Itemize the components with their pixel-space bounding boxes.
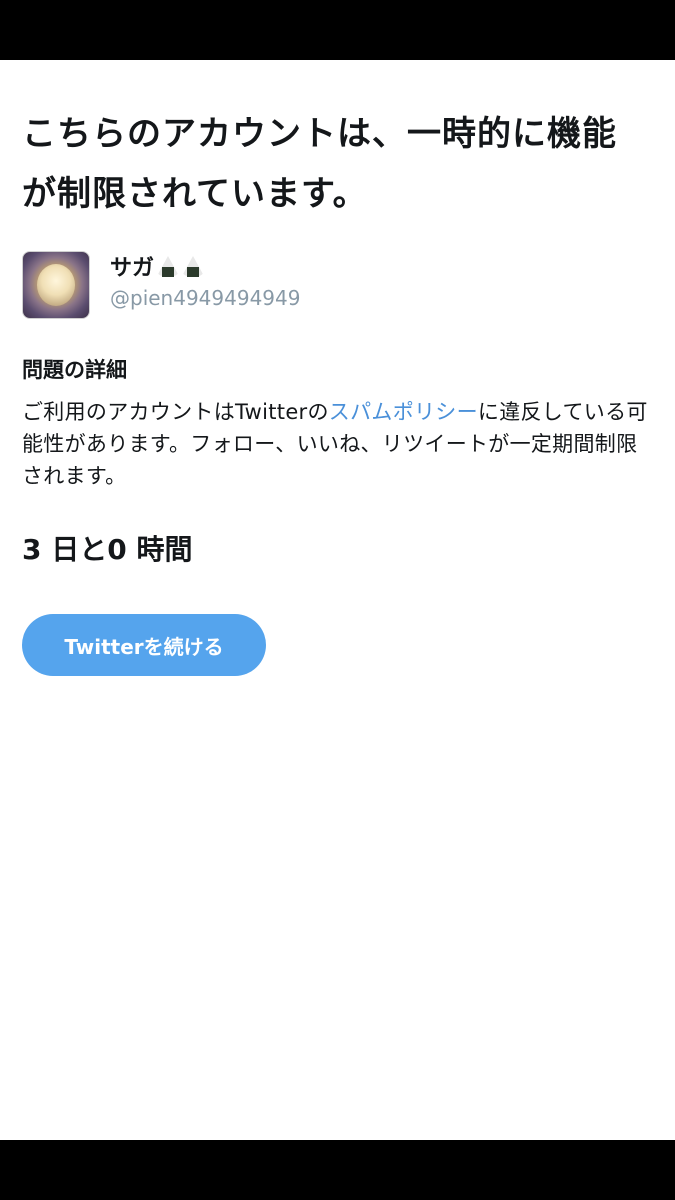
account-card: サガ @pien4949494949 (22, 251, 642, 319)
details-text-start: ご利用のアカウントはTwitterの (22, 400, 329, 424)
account-display-name: サガ (110, 256, 155, 281)
problem-details-text: ご利用のアカウントはTwitterのスパムポリシーに違反している可能性があります… (22, 396, 654, 492)
avatar-portrait (37, 264, 75, 306)
account-display-name-row: サガ (110, 255, 205, 283)
bottom-black-bar (0, 1140, 675, 1200)
page-title: こちらのアカウントは、一時的に機能が制限されています。 (22, 114, 617, 214)
restriction-page: こちらのアカウントは、一時的に機能が制限されています。 サガ @pien4949… (0, 60, 675, 1140)
continue-to-twitter-button[interactable]: Twitterを続ける (22, 614, 266, 676)
restriction-countdown: 3 日と0 時間 (22, 533, 193, 566)
avatar (22, 251, 90, 319)
onigiri-icon (182, 256, 205, 278)
top-black-bar (0, 0, 675, 60)
onigiri-icon (157, 256, 180, 278)
account-handle: @pien4949494949 (110, 286, 301, 310)
problem-details-heading: 問題の詳細 (22, 358, 127, 382)
spam-policy-link[interactable]: スパムポリシー (329, 400, 478, 424)
